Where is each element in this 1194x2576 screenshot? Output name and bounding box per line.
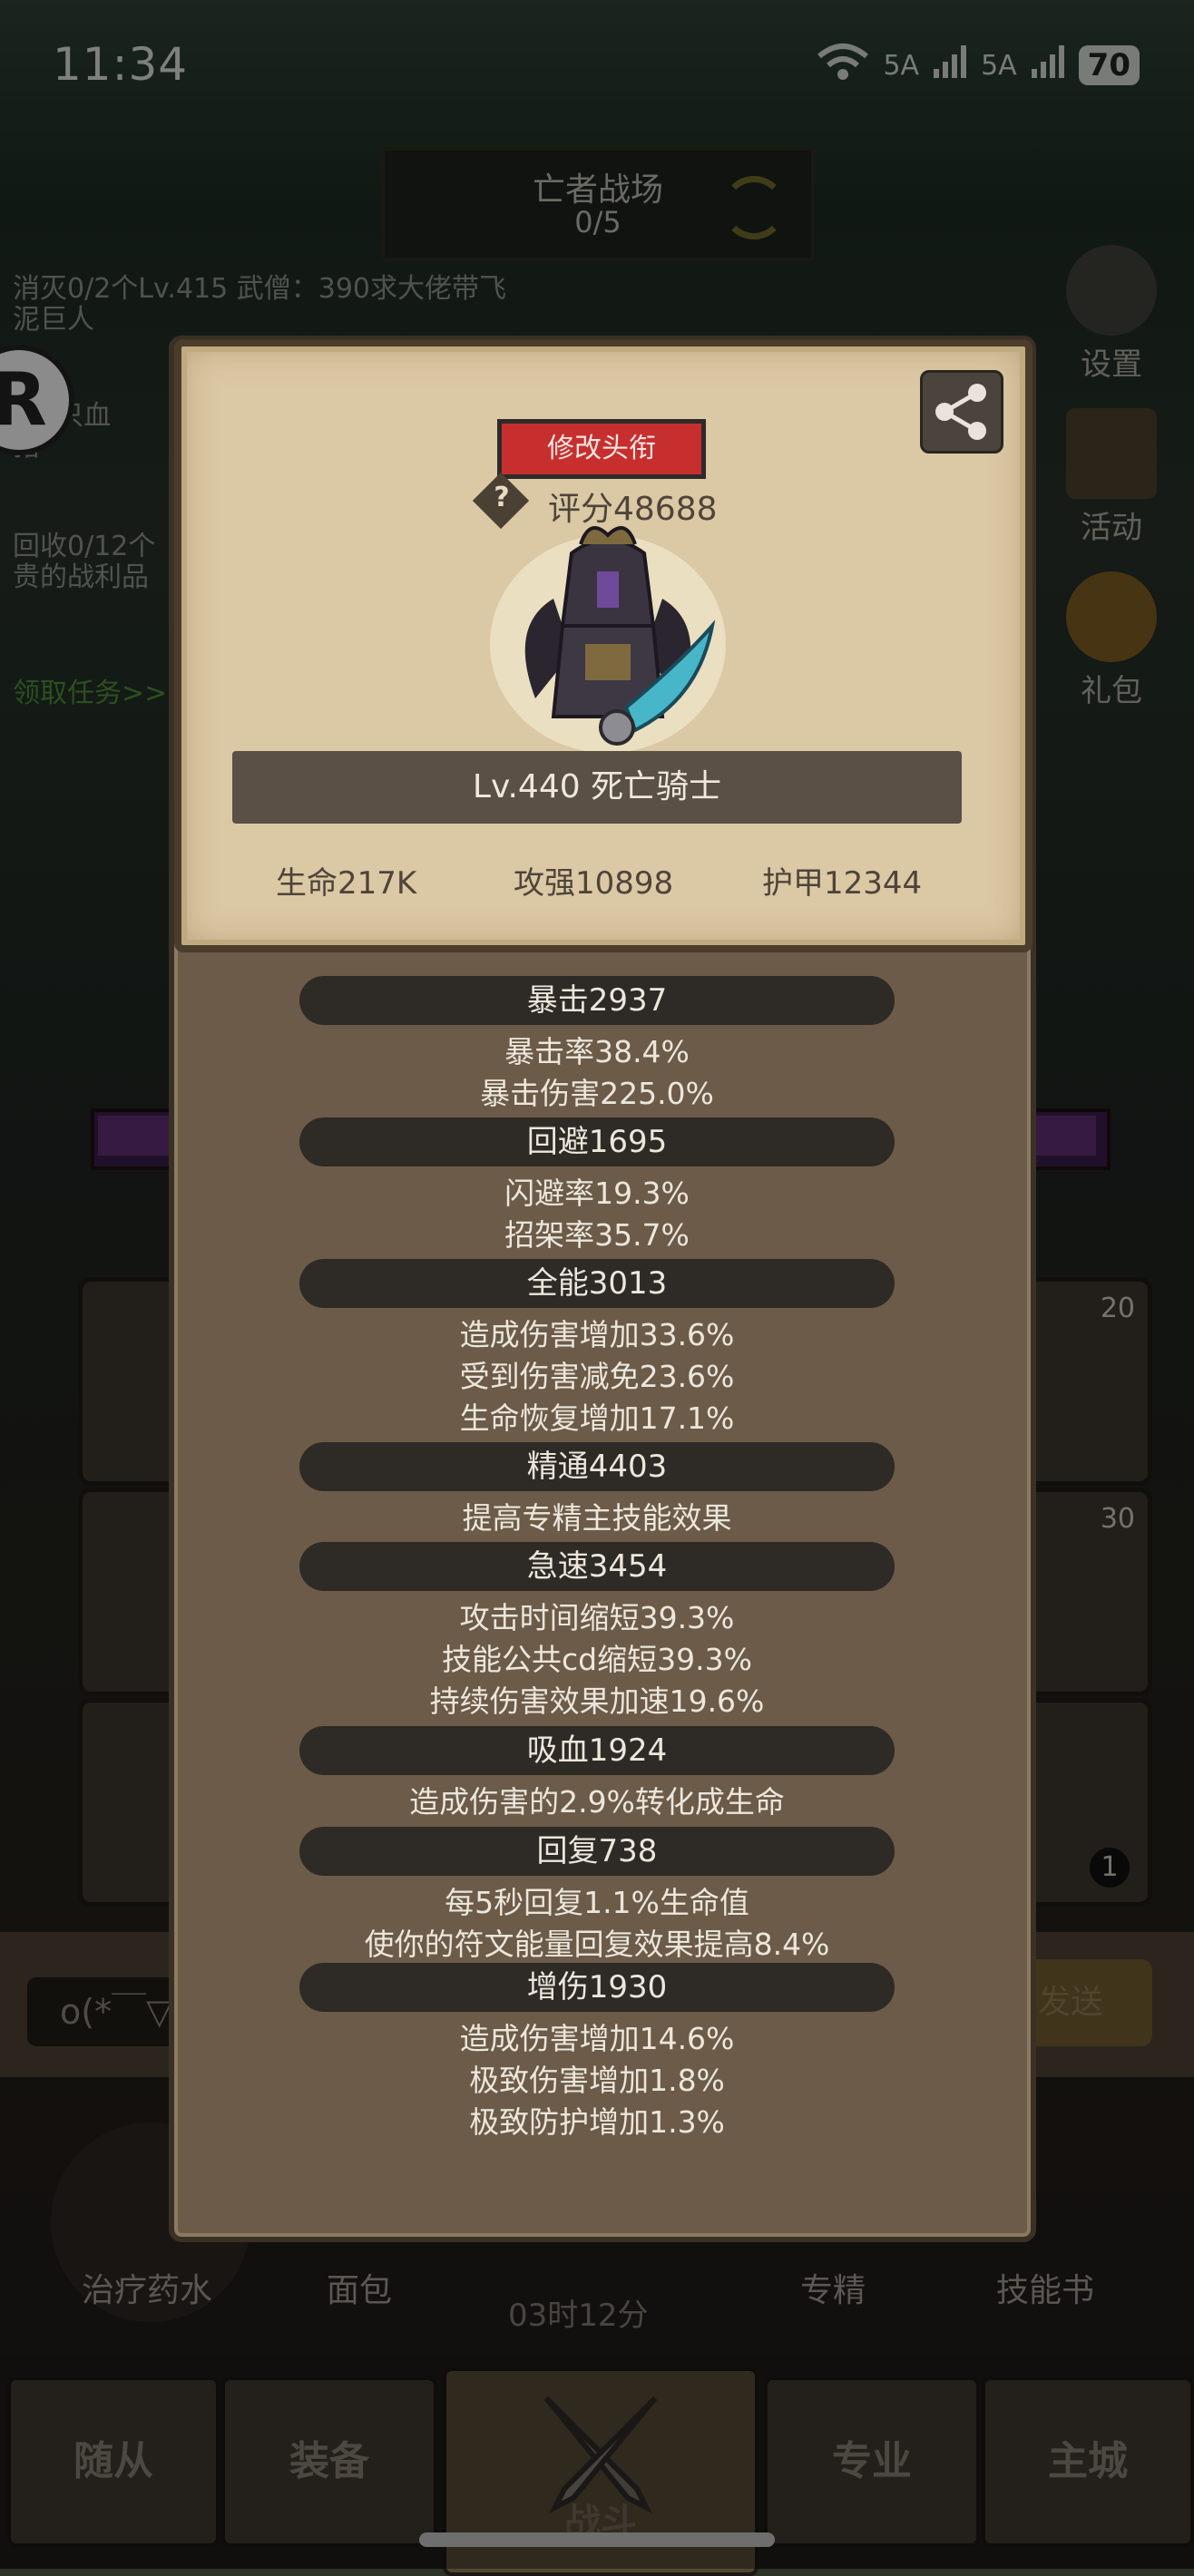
armor-stat: 护甲12344 <box>762 865 923 902</box>
stat-line: 受到伤害减免23.6% <box>459 1359 735 1394</box>
help-question-mark: ? <box>494 482 510 513</box>
stat-line: 暴击伤害225.0% <box>480 1076 714 1111</box>
stat-section-header: 回避1695 <box>299 1117 895 1166</box>
stat-section-header: 精通4403 <box>299 1442 895 1491</box>
stat-line: 招架率35.7% <box>504 1217 690 1253</box>
stat-section-header: 回复738 <box>299 1827 895 1876</box>
stat-line: 使你的符文能量回复效果提高8.4% <box>364 1927 830 1962</box>
stat-line: 生命恢复增加17.1% <box>459 1400 735 1436</box>
share-icon <box>935 384 986 440</box>
stat-line: 造成伤害增加14.6% <box>459 2021 735 2056</box>
share-button[interactable] <box>920 370 1003 454</box>
stat-line: 造成伤害的2.9%转化成生命 <box>409 1784 785 1820</box>
character-name-banner: Lv.440 死亡骑士 <box>232 751 962 824</box>
attack-stat: 攻强10898 <box>514 865 674 902</box>
stat-line: 暴击率38.4% <box>504 1034 690 1069</box>
edit-title-button[interactable]: 修改头衔 <box>497 419 706 479</box>
stat-section-header: 吸血1924 <box>299 1726 895 1775</box>
stat-line: 极致防护增加1.3% <box>469 2104 725 2140</box>
hp-stat: 生命217K <box>276 865 417 902</box>
stat-section-header: 全能3013 <box>299 1259 895 1308</box>
stat-section-header: 暴击2937 <box>299 976 895 1025</box>
stat-line: 攻击时间缩短39.3% <box>459 1600 735 1635</box>
death-knight-portrait <box>490 526 726 753</box>
stat-line: 极致伤害增加1.8% <box>469 2063 725 2098</box>
stat-section-header: 急速3454 <box>299 1542 895 1591</box>
stat-line: 技能公共cd缩短39.3% <box>442 1642 752 1677</box>
stat-line: 造成伤害增加33.6% <box>459 1317 735 1352</box>
stat-line: 每5秒回复1.1%生命值 <box>445 1885 749 1920</box>
stat-line: 持续伤害效果加速19.6% <box>429 1683 765 1719</box>
stat-line: 提高专精主技能效果 <box>462 1500 732 1536</box>
stat-section-header: 增伤1930 <box>299 1963 895 2012</box>
stat-line: 闪避率19.3% <box>504 1176 690 1211</box>
